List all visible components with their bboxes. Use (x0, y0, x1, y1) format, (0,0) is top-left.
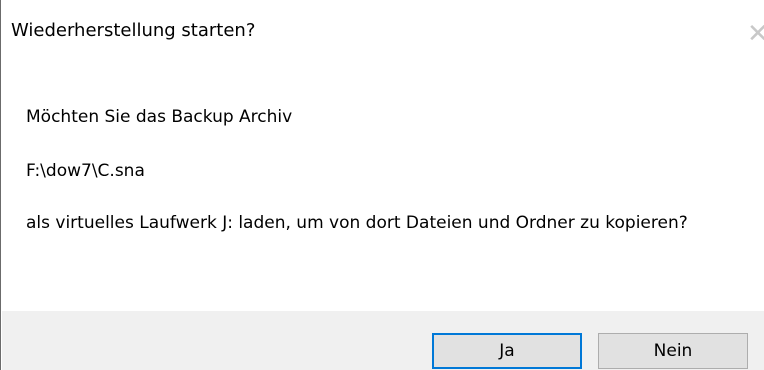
message-line-archive-path: F:\dow7\C.sna (26, 161, 145, 181)
no-button[interactable]: Nein (598, 333, 748, 369)
message-line-question: Möchten Sie das Backup Archiv (26, 107, 293, 127)
close-icon[interactable]: ✕ (747, 14, 764, 54)
yes-button[interactable]: Ja (432, 333, 582, 369)
title-bar: Wiederherstellung starten? ✕ (1, 0, 764, 56)
message-dialog: Wiederherstellung starten? ✕ Möchten Sie… (0, 0, 764, 370)
dialog-title: Wiederherstellung starten? (11, 20, 256, 41)
message-line-drive: als virtuelles Laufwerk J: laden, um von… (26, 213, 688, 233)
